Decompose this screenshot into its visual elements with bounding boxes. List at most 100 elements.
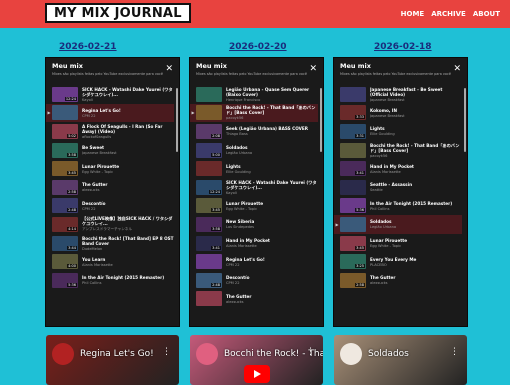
- mix-item[interactable]: 2:48 Descontío CPM 22: [190, 271, 318, 290]
- close-icon[interactable]: ✕: [309, 64, 317, 74]
- duration-badge: 2:08: [211, 133, 221, 138]
- mix-item[interactable]: 5:36 In the Air Tonight (2015 Remaster) Ph…: [334, 197, 462, 216]
- scrollbar[interactable]: [176, 88, 178, 152]
- duration-badge: 4:14: [67, 226, 77, 231]
- mix-item[interactable]: 5:02 A Flock Of Seagulls - I Ran (So Far …: [46, 122, 174, 141]
- entry-date-link[interactable]: 2026-02-20: [229, 42, 287, 52]
- video-thumbnail[interactable]: 3:33: [340, 105, 366, 121]
- nav-archive[interactable]: ARCHIVE: [431, 10, 466, 18]
- mix-item[interactable]: 2:58 The Gutter alexsucks: [46, 178, 174, 197]
- video-thumbnail[interactable]: 2:58: [52, 179, 78, 195]
- channel-avatar[interactable]: [340, 343, 362, 365]
- scrollbar[interactable]: [320, 88, 322, 152]
- mix-item-text: A Flock Of Seagulls - I Ran (So Far Away…: [82, 124, 174, 139]
- video-thumbnail[interactable]: 5:02: [52, 123, 78, 139]
- mix-item[interactable]: 3:41 Hand in My Pocket Alanis Morissette: [190, 234, 318, 253]
- scrollbar[interactable]: [464, 88, 466, 152]
- more-options-icon[interactable]: ⋮: [306, 347, 315, 357]
- video-thumbnail[interactable]: 5:36: [52, 272, 78, 288]
- mix-item[interactable]: ▶ Soldados Legião Urbana: [334, 215, 462, 234]
- video-thumbnail[interactable]: 3:41: [340, 161, 366, 177]
- video-thumbnail[interactable]: 3:41: [196, 235, 222, 251]
- embedded-video[interactable]: Soldados ⋮: [334, 335, 467, 385]
- channel-avatar[interactable]: [52, 343, 74, 365]
- mix-item[interactable]: 3:45 Lunar Pirouette Egg White - Topic: [46, 159, 174, 178]
- video-thumbnail[interactable]: 3:44: [52, 235, 78, 251]
- video-thumbnail[interactable]: 3:45: [52, 161, 78, 177]
- mix-item[interactable]: 2:08 Seek (Legião Urbana) BASS COVER Thiag…: [190, 122, 318, 141]
- mix-item[interactable]: 3:44 Bocchi the Rock! [That Band] EP 8 OS…: [46, 234, 174, 253]
- embedded-video[interactable]: Bocchi the Rock! - Tha ⋮: [190, 335, 323, 385]
- video-thumbnail[interactable]: 3:45: [196, 198, 222, 214]
- more-options-icon[interactable]: ⋮: [162, 347, 171, 357]
- video-thumbnail[interactable]: 5:36: [340, 198, 366, 214]
- video-thumbnail[interactable]: [196, 254, 222, 270]
- video-thumbnail[interactable]: 2:48: [52, 198, 78, 214]
- mix-item[interactable]: 4:14 【公式LIVE映像】独自SICK HACK / ワタシダケユウレイ...…: [46, 215, 174, 234]
- mix-item[interactable]: Bocchi the Rock! - That Band「あのバンド」[Bass…: [334, 141, 462, 160]
- mix-item[interactable]: 3:41 Hand in My Pocket Alanis Morissette: [334, 159, 462, 178]
- video-thumbnail[interactable]: [196, 161, 222, 177]
- video-thumbnail[interactable]: [340, 179, 366, 195]
- video-thumbnail[interactable]: 3:45: [340, 235, 366, 251]
- video-title[interactable]: Soldados: [368, 349, 409, 359]
- mix-item[interactable]: Legião Urbana - Quase Sem Querer (Baixo …: [190, 85, 318, 104]
- mix-item[interactable]: 2:58 The Gutter alexsucks: [334, 271, 462, 290]
- duration-badge: 3:58: [211, 226, 221, 231]
- mix-item[interactable]: 4:00 You Learn Alanis Morissette: [46, 252, 174, 271]
- mix-item[interactable]: 5:36 In the Air Tonight (2015 Remaster) Ph…: [46, 271, 174, 290]
- mix-item-channel: Los Sindepedes: [226, 225, 255, 230]
- video-thumbnail[interactable]: [196, 86, 222, 102]
- video-thumbnail[interactable]: [340, 216, 366, 232]
- video-thumbnail[interactable]: 4:00: [52, 254, 78, 270]
- mix-item[interactable]: 3:58 New Siberia Los Sindepedes: [190, 215, 318, 234]
- mix-item[interactable]: ▶ Regina Let's Go! CPM 22: [46, 103, 174, 123]
- embedded-video[interactable]: Regina Let's Go! ⋮: [46, 335, 179, 385]
- video-thumbnail[interactable]: [340, 142, 366, 158]
- mix-item[interactable]: 3:45 Lunar Pirouette Egg White - Topic: [334, 234, 462, 253]
- video-thumbnail[interactable]: 12:24: [196, 179, 222, 195]
- close-icon[interactable]: ✕: [453, 64, 461, 74]
- mix-item[interactable]: 3:45 Lunar Pirouette Egg White - Topic: [190, 197, 318, 216]
- video-thumbnail[interactable]: 4:14: [52, 216, 78, 232]
- mix-item[interactable]: Regina Let's Go! CPM 22: [190, 252, 318, 271]
- mix-item[interactable]: 3:58 Be Sweet Japanese Breakfast: [46, 141, 174, 160]
- mix-item[interactable]: 3:25 Every You Every Me PLACEBO: [334, 252, 462, 271]
- channel-avatar[interactable]: [196, 343, 218, 365]
- video-thumbnail[interactable]: [52, 105, 78, 121]
- mix-item[interactable]: The Gutter alexsucks: [190, 290, 318, 309]
- mix-item[interactable]: 3:33 Kokomo, IN Japanese Breakfast: [334, 104, 462, 123]
- mix-item[interactable]: 12:24 SICK HACK - Watashi Dake Yuurei (ワタ…: [190, 178, 318, 197]
- video-thumbnail[interactable]: 2:48: [196, 272, 222, 288]
- mix-item[interactable]: Japanese Breakfast - Be Sweet (Official …: [334, 85, 462, 104]
- nav-home[interactable]: HOME: [401, 10, 425, 18]
- mix-item[interactable]: Lights Ellie Goulding: [190, 159, 318, 178]
- play-icon[interactable]: [244, 365, 270, 383]
- mix-item[interactable]: ▶ Bocchi the Rock! - That Band「あのバンド」[Bas…: [190, 103, 318, 123]
- entry-date-link[interactable]: 2026-02-18: [374, 42, 432, 52]
- more-options-icon[interactable]: ⋮: [450, 347, 459, 357]
- video-thumbnail[interactable]: [196, 291, 222, 307]
- video-thumbnail[interactable]: 2:08: [196, 123, 222, 139]
- site-logo[interactable]: MY MIX JOURNAL: [45, 3, 191, 23]
- video-thumbnail[interactable]: 5:00: [196, 142, 222, 158]
- mix-item[interactable]: 3:31 Lights Ellie Goulding: [334, 122, 462, 141]
- video-thumbnail[interactable]: 12:24: [52, 86, 78, 102]
- mix-item-title: Seek (Legião Urbana) BASS COVER: [226, 126, 309, 132]
- nav-about[interactable]: ABOUT: [473, 10, 500, 18]
- mix-item[interactable]: 2:48 Descontío CPM 22: [46, 197, 174, 216]
- mix-item[interactable]: 5:00 Soldados Legião Urbana: [190, 141, 318, 160]
- video-thumbnail[interactable]: 3:25: [340, 254, 366, 270]
- video-thumbnail[interactable]: 3:58: [196, 216, 222, 232]
- video-thumbnail[interactable]: 2:58: [340, 272, 366, 288]
- video-thumbnail[interactable]: [196, 105, 222, 121]
- video-thumbnail[interactable]: [340, 86, 366, 102]
- mix-item-channel: PLACEBO: [370, 262, 387, 267]
- entry-date-link[interactable]: 2026-02-21: [59, 42, 117, 52]
- mix-item[interactable]: 12:24 SICK HACK - Watashi Dake Yuurei (ワタ…: [46, 85, 174, 104]
- close-icon[interactable]: ✕: [165, 64, 173, 74]
- video-thumbnail[interactable]: 3:58: [52, 142, 78, 158]
- mix-item[interactable]: Seattle - Assassin Seattle: [334, 178, 462, 197]
- video-title[interactable]: Regina Let's Go!: [80, 349, 154, 359]
- video-thumbnail[interactable]: 3:31: [340, 123, 366, 139]
